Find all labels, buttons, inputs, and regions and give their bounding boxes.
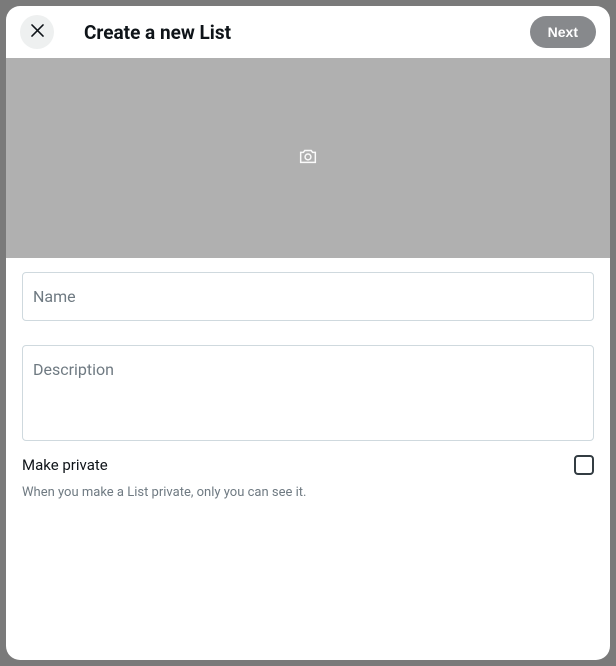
privacy-help-text: When you make a List private, only you c… xyxy=(22,485,594,500)
description-field[interactable]: Description xyxy=(22,345,594,441)
name-field[interactable]: Name xyxy=(22,272,594,321)
next-button[interactable]: Next xyxy=(530,16,596,48)
close-icon xyxy=(28,21,47,43)
close-button[interactable] xyxy=(20,15,54,49)
privacy-label: Make private xyxy=(22,456,108,474)
banner-upload-area[interactable] xyxy=(6,58,610,258)
modal-header: Create a new List Next xyxy=(6,6,610,58)
create-list-modal: Create a new List Next Name Description … xyxy=(6,6,610,660)
privacy-row: Make private xyxy=(22,455,594,475)
privacy-section: Make private When you make a List privat… xyxy=(6,441,610,510)
private-checkbox[interactable] xyxy=(574,455,594,475)
name-label: Name xyxy=(33,287,583,306)
modal-title: Create a new List xyxy=(84,21,530,44)
camera-icon xyxy=(297,145,319,171)
description-label: Description xyxy=(33,360,583,379)
form-area: Name Description xyxy=(6,258,610,441)
